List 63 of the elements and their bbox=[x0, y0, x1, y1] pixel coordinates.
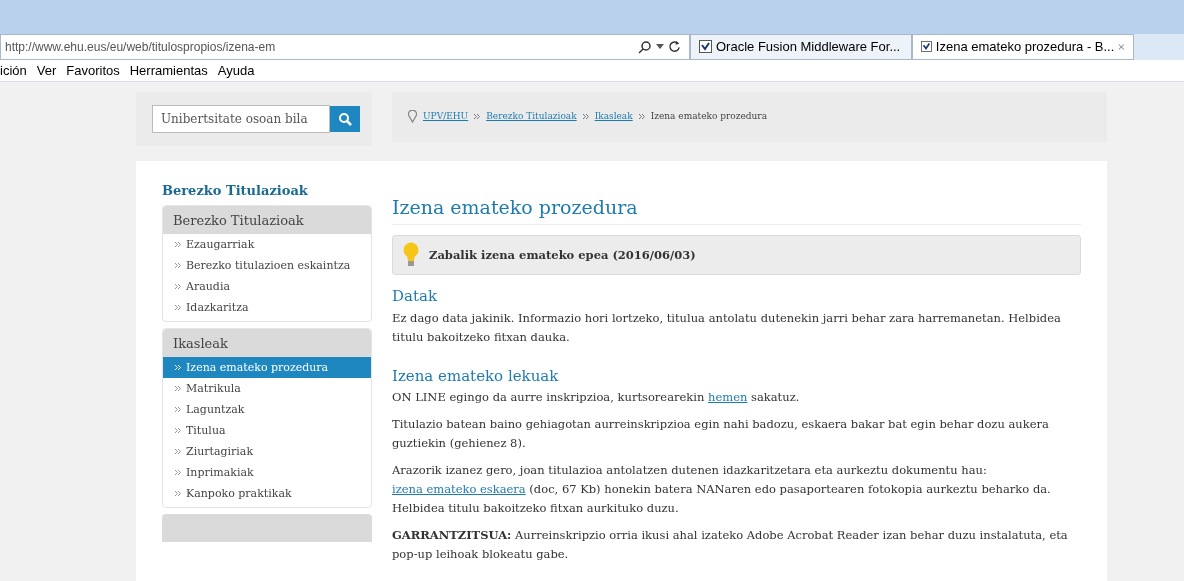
text-link[interactable]: hemen bbox=[708, 390, 748, 405]
paragraph: GARRANTZITSUA: Aurreinskripzio orria ikusi ahal izateko Adobe Acrobat Reader izan behar duzu instalatuta, eta pop-up leihoak blokeatu gabe. bbox=[392, 527, 1069, 564]
menu-item[interactable]: ición bbox=[0, 60, 27, 81]
close-icon[interactable] bbox=[1118, 42, 1125, 51]
chevron-icon bbox=[175, 470, 181, 476]
sidebar-item[interactable]: Ziurtagiriak bbox=[163, 441, 371, 463]
chevron-icon bbox=[175, 386, 181, 392]
menu-item[interactable]: Herramientas bbox=[129, 60, 208, 81]
breadcrumb-link[interactable]: UPV/EHU bbox=[423, 110, 469, 124]
menu-item[interactable]: Ayuda bbox=[217, 60, 255, 81]
menu-item[interactable]: Favoritos bbox=[66, 60, 120, 81]
sidebar-item[interactable]: Izena emateko prozedura bbox=[163, 357, 371, 379]
chevron-icon bbox=[175, 407, 181, 413]
section-heading: Datak bbox=[392, 286, 439, 308]
address-field[interactable]: http://www.ehu.eus/eu/web/titulospropios/izena-em bbox=[0, 33, 690, 60]
menu-item[interactable]: Ver bbox=[36, 60, 57, 81]
page-title: Izena emateko prozedura bbox=[392, 193, 1081, 226]
chevron-icon bbox=[474, 114, 481, 120]
lightbulb-icon bbox=[403, 242, 419, 269]
search-icon bbox=[338, 112, 352, 126]
chevron-icon bbox=[175, 263, 181, 269]
chevron-icon bbox=[175, 449, 181, 455]
sidebar-item[interactable]: Berezko titulazioen eskaintza bbox=[163, 255, 371, 277]
site-icon bbox=[921, 40, 932, 54]
chevron-icon bbox=[175, 242, 181, 248]
text-link[interactable]: izena emateko eskaera bbox=[392, 482, 526, 497]
breadcrumb-link[interactable]: Berezko Titulazioak bbox=[486, 110, 577, 124]
address-text: http://www.ehu.eus/eu/web/titulospropios/izena-em bbox=[5, 38, 276, 56]
search-field[interactable]: Unibertsitate osoan bila bbox=[152, 105, 330, 133]
sidebar-item[interactable]: Kanpoko praktikak bbox=[163, 483, 371, 505]
chevron-icon bbox=[175, 428, 181, 434]
paragraph: Arazorik izanez gero, joan titulazioa antolatzen dutenen idazkaritzetara eta aurkeztu dokumentu hau: izena emateko eskaera (doc, 67 Kb) honekin batera NANaren edo pasaportearen fotokopia aurkeztu beharko da. Helbidea titulu bakoitzeko fitxan aurkituko duzu. bbox=[392, 462, 1052, 518]
chevron-icon bbox=[175, 365, 181, 371]
chevron-icon bbox=[175, 491, 181, 497]
sidebar-item[interactable]: Matrikula bbox=[163, 378, 371, 400]
browser-tab[interactable]: Izena emateko prozedura - B... bbox=[912, 33, 1134, 60]
refresh-icon[interactable] bbox=[668, 40, 681, 54]
chevron-icon bbox=[175, 305, 181, 311]
chevron-icon bbox=[582, 114, 589, 120]
paragraph: Titulazio batean baino gehiagotan aurreinskripzioa egin nahi badozu, eskaera bakar bat egin behar dozu aukera guztiekin (gehienez 8). bbox=[392, 416, 1050, 453]
location-pin-icon bbox=[408, 110, 417, 124]
section-heading: Izena emateko lekuak bbox=[392, 366, 560, 387]
site-icon bbox=[699, 40, 712, 54]
notice-text: Zabalik izena emateko epea (2016/06/03) bbox=[429, 246, 696, 264]
search-icon bbox=[638, 39, 652, 54]
sidebar-item[interactable]: Inprimakiak bbox=[163, 462, 371, 484]
chevron-icon bbox=[638, 114, 645, 120]
paragraph: Ez dago data jakinik. Informazio hori lortzeko, titulua antolatu dutenekin jarri behar zara harremanetan. Helbidea titulu bakoitzeko fitxan dauka. bbox=[392, 310, 1062, 346]
sidebar-item[interactable]: Laguntzak bbox=[163, 399, 371, 421]
sidebar-item[interactable]: Idazkaritza bbox=[163, 297, 371, 319]
sidebar-title: Berezko Titulazioak bbox=[162, 182, 309, 200]
chevron-icon bbox=[175, 284, 181, 290]
search-button[interactable] bbox=[330, 106, 360, 132]
browser-tab[interactable]: Oracle Fusion Middleware For... bbox=[690, 33, 912, 60]
sidebar-item[interactable]: Ezaugarriak bbox=[163, 234, 371, 256]
sidebar-item[interactable]: Titulua bbox=[163, 420, 371, 442]
breadcrumb-link[interactable]: Ikasleak bbox=[594, 110, 633, 124]
sidebar-item[interactable]: Araudia bbox=[163, 276, 371, 298]
sidebar-section-header: Berezko Titulazioak bbox=[163, 206, 371, 235]
sidebar-section-header: Ikasleak bbox=[163, 329, 371, 358]
breadcrumb-current: Izena emateko prozedura bbox=[650, 110, 767, 124]
paragraph: ON LINE egingo da aurre inskripzioa, kurtsorearekin hemen sakatuz. bbox=[392, 389, 801, 407]
dropdown-icon[interactable] bbox=[656, 43, 664, 50]
